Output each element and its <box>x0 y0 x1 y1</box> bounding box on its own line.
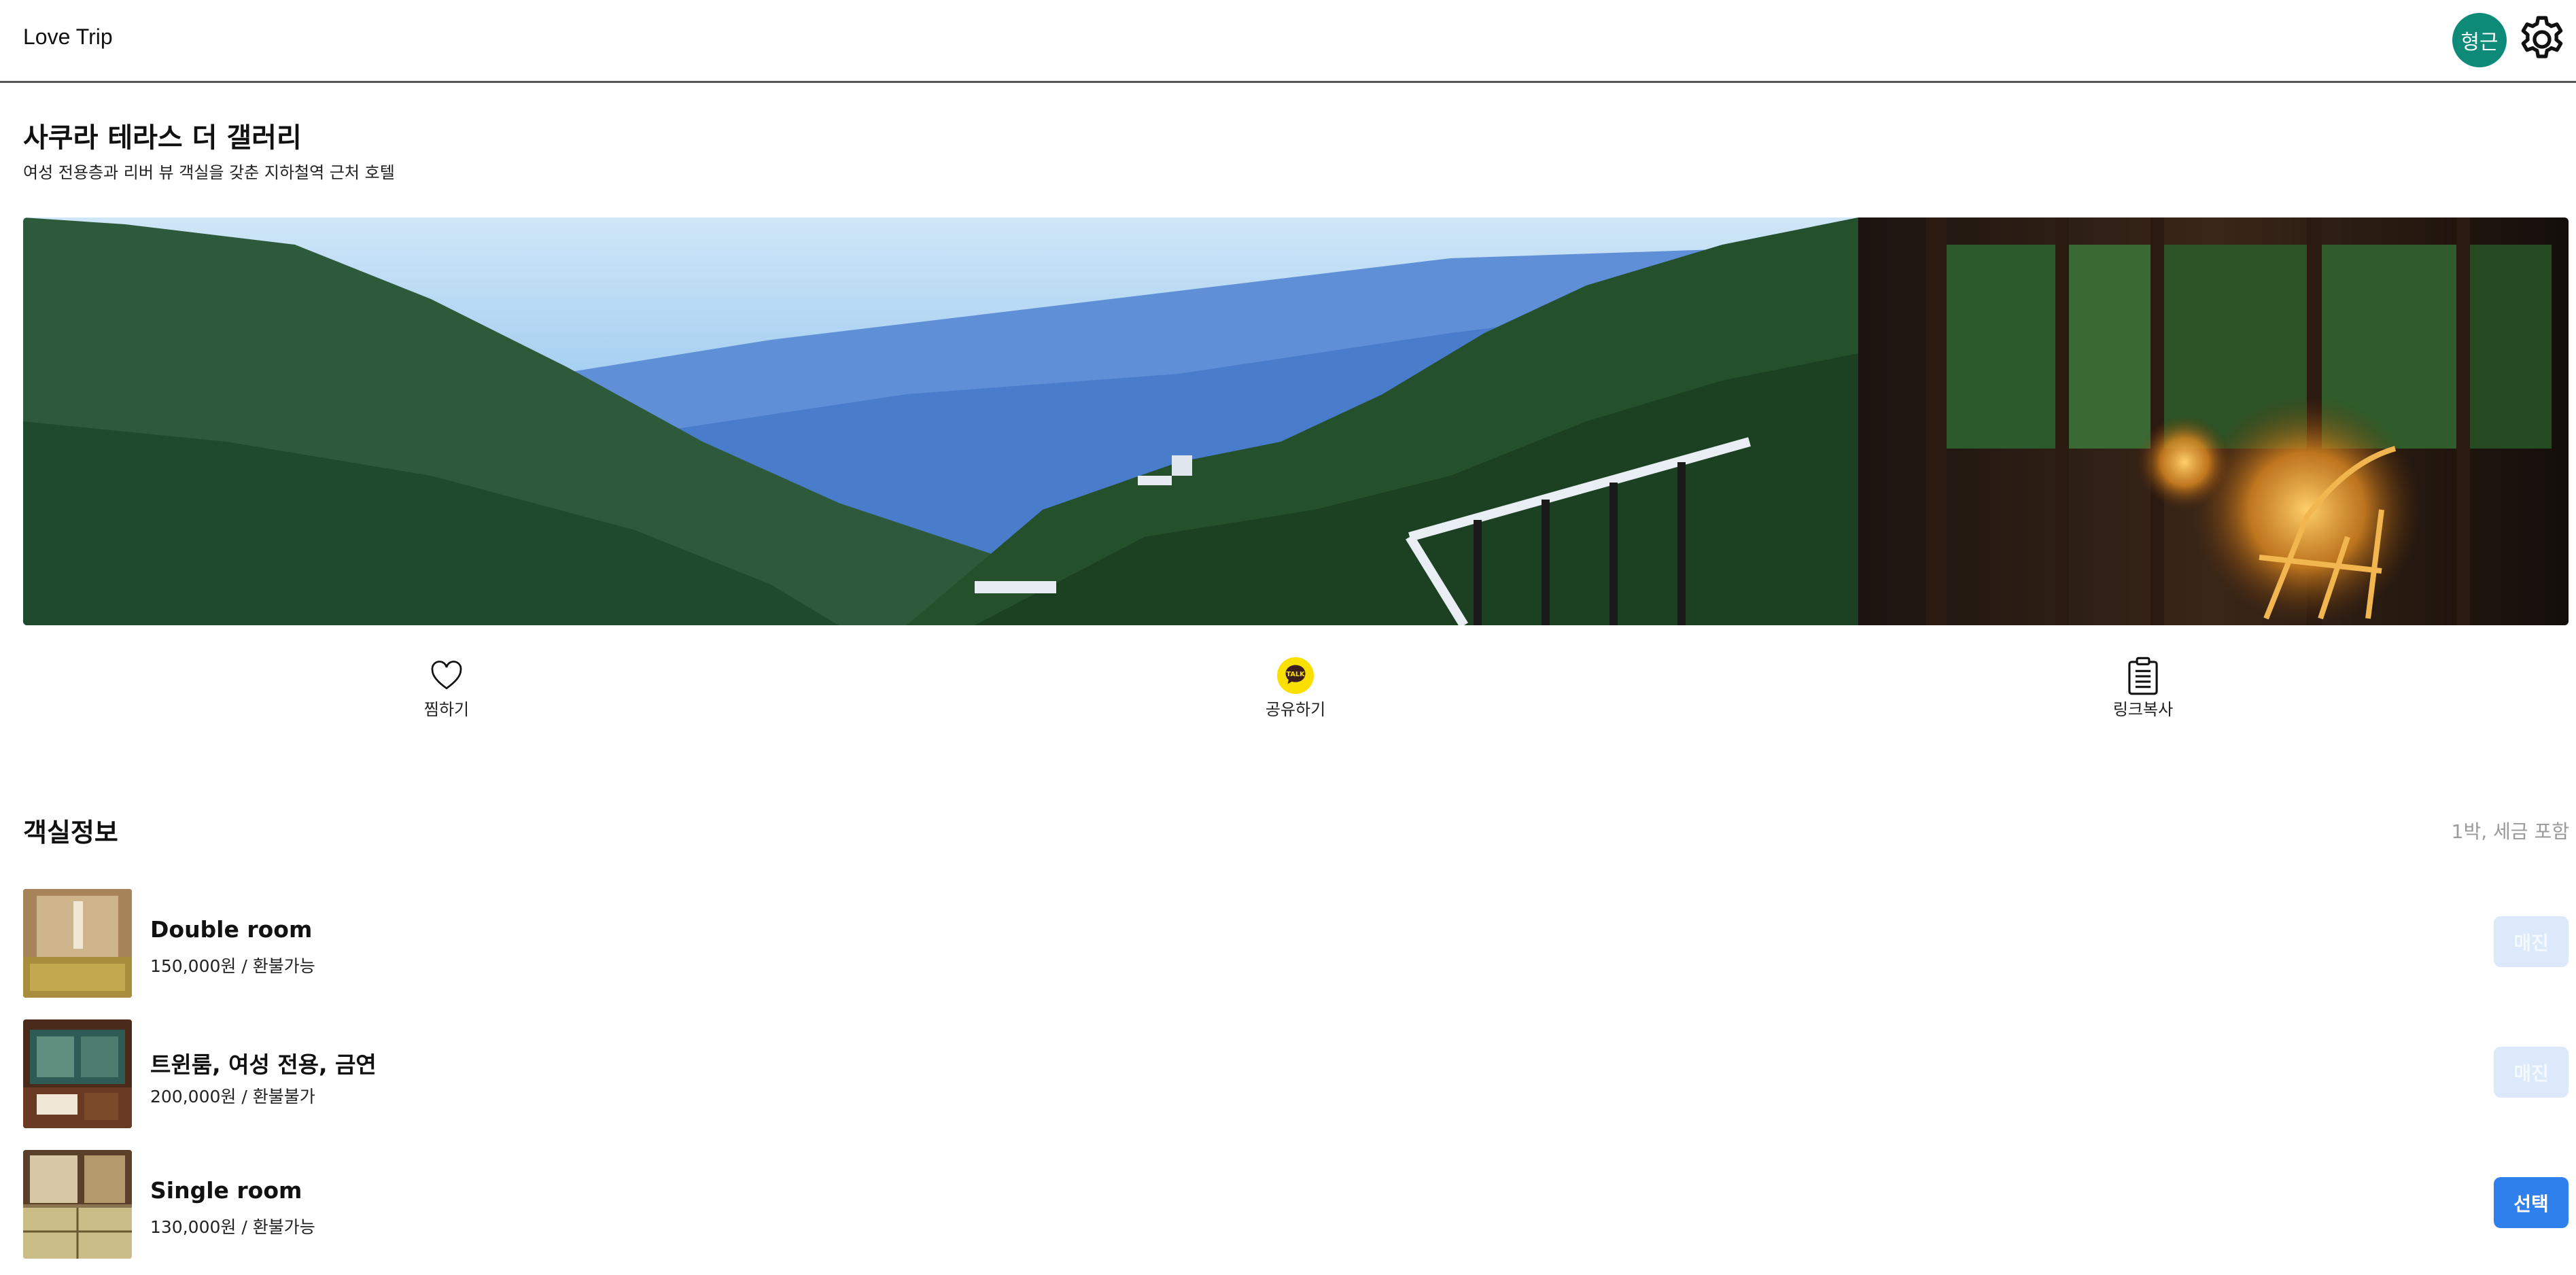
copy-link-label: 링크복사 <box>2112 700 2174 719</box>
room-price: 200,000원 / 환불불가 <box>150 1087 315 1106</box>
rooms-section-title: 객실정보 <box>23 818 118 848</box>
gear-icon[interactable] <box>2515 12 2569 67</box>
room-item[interactable]: 트윈룸, 여성 전용, 금연 200,000원 / 환불불가 매진 <box>23 1019 2569 1128</box>
user-avatar[interactable]: 형근 <box>2452 13 2507 67</box>
sold-out-button[interactable]: 매진 <box>2494 1047 2569 1098</box>
hotel-title: 사쿠라 테라스 더 갤러리 <box>23 122 302 154</box>
wishlist-label: 찜하기 <box>423 700 470 719</box>
room-name: 트윈룸, 여성 전용, 금연 <box>150 1051 377 1078</box>
room-thumbnail <box>23 889 132 998</box>
share-button[interactable]: TALK 공유하기 <box>1228 657 1363 720</box>
share-label: 공유하기 <box>1265 700 1326 719</box>
brand-logo[interactable]: Love Trip <box>23 24 113 50</box>
kakaotalk-icon: TALK <box>1276 657 1315 695</box>
rooms-section-note: 1박, 세금 포함 <box>2451 820 2569 843</box>
copy-link-button[interactable]: 링크복사 <box>2075 657 2211 720</box>
wishlist-button[interactable]: 찜하기 <box>379 657 515 720</box>
svg-text:TALK: TALK <box>1287 671 1305 678</box>
select-button[interactable]: 선택 <box>2494 1177 2569 1228</box>
top-bar: Love Trip 형근 <box>0 0 2576 83</box>
clipboard-icon <box>2124 657 2162 695</box>
room-thumbnail <box>23 1150 132 1259</box>
room-item[interactable]: Double room 150,000원 / 환불가능 매진 <box>23 889 2569 998</box>
room-item[interactable]: Single room 130,000원 / 환불가능 선택 <box>23 1150 2569 1259</box>
heart-icon <box>428 657 466 695</box>
room-price: 150,000원 / 환불가능 <box>150 956 315 976</box>
hotel-description: 여성 전용층과 리버 뷰 객실을 갖춘 지하철역 근처 호텔 <box>23 163 395 182</box>
room-price: 130,000원 / 환불가능 <box>150 1217 315 1237</box>
hotel-hero-image <box>23 217 2569 625</box>
sold-out-button[interactable]: 매진 <box>2494 916 2569 967</box>
room-name: Single room <box>150 1177 302 1204</box>
room-thumbnail <box>23 1019 132 1128</box>
room-name: Double room <box>150 916 313 943</box>
